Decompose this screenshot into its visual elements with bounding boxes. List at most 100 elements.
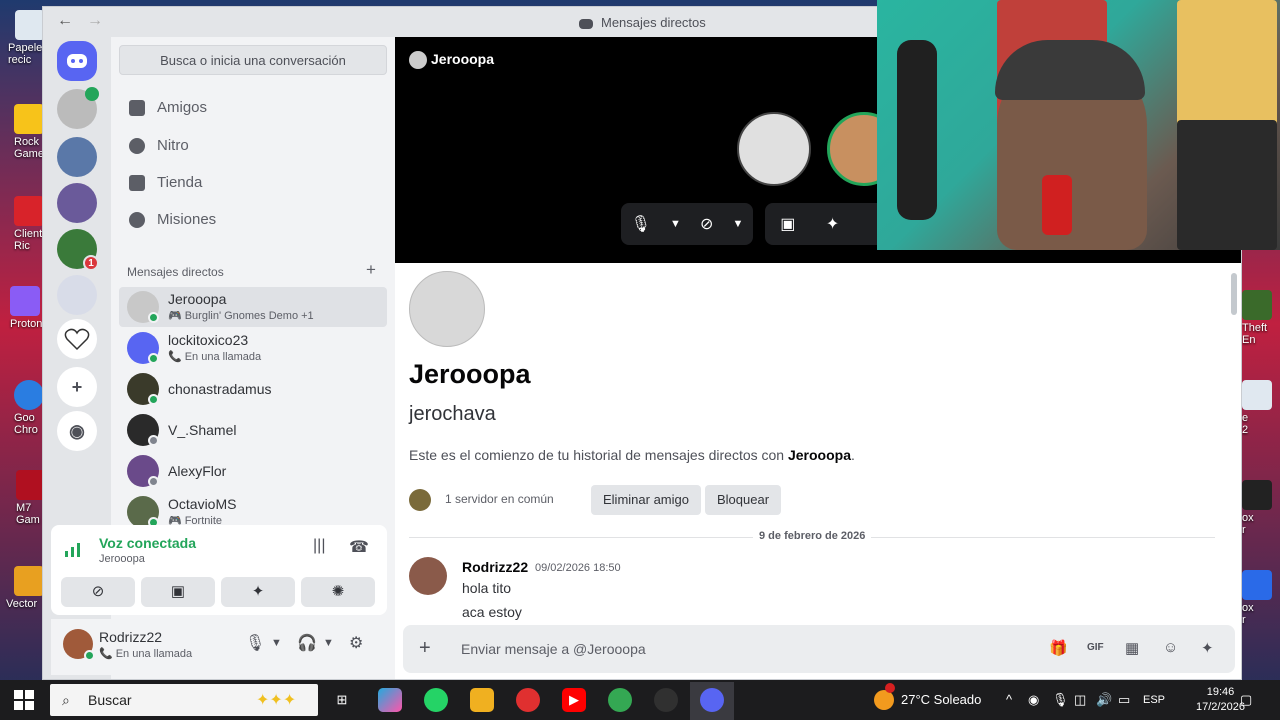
- profile-username: jerochava: [409, 403, 496, 425]
- apps-icon[interactable]: ✦: [1201, 639, 1214, 657]
- youtube-icon[interactable]: ▶: [562, 688, 586, 712]
- camera-icon[interactable]: ◫: [1074, 692, 1086, 708]
- create-dm-button[interactable]: +: [366, 260, 376, 280]
- server-icon[interactable]: [57, 275, 97, 315]
- noise-suppression-icon[interactable]: |||: [313, 537, 325, 555]
- desktop-icon-right-3[interactable]: ox r: [1242, 480, 1280, 536]
- chevron-down-icon[interactable]: ▼: [323, 637, 334, 649]
- dm-item-v-shamel[interactable]: V_.Shamel: [119, 410, 387, 450]
- desktop-icon-right-4[interactable]: ox r: [1242, 570, 1280, 626]
- volume-icon[interactable]: 🔊: [1096, 692, 1112, 708]
- back-arrow-icon[interactable]: ←: [57, 12, 73, 29]
- desktop-icon-label: ox r: [1242, 512, 1254, 536]
- clock[interactable]: 19:46 17/2/2026: [1196, 685, 1245, 715]
- obs-icon[interactable]: [516, 688, 540, 712]
- status-online-icon: [148, 394, 159, 405]
- nav-label: Amigos: [157, 99, 208, 116]
- dm-item-jerooopa[interactable]: Jerooopa 🎮 Burglin' Gnomes Demo +1: [119, 287, 387, 327]
- weather-text[interactable]: 27°C Soleado: [901, 692, 981, 707]
- chevron-up-icon[interactable]: ^: [1006, 692, 1012, 707]
- task-view-icon[interactable]: ⊞: [330, 688, 354, 712]
- search-icon: ⌕: [62, 692, 70, 708]
- language-indicator[interactable]: ESP: [1143, 694, 1165, 706]
- screen-share-button[interactable]: ▣: [141, 577, 215, 607]
- notification-icon[interactable]: ▢: [1240, 692, 1252, 708]
- camera-off-icon[interactable]: ⊘: [700, 214, 713, 234]
- dm-item-alexyflor[interactable]: AlexyFlor: [119, 451, 387, 491]
- microphone-icon[interactable]: 🎙: [1052, 692, 1069, 708]
- server-icon[interactable]: [57, 319, 97, 359]
- dm-item-lockitoxico23[interactable]: lockitoxico23 📞 En una llamada: [119, 328, 387, 368]
- screen-share-icon[interactable]: ▣: [780, 214, 795, 234]
- recycle-bin-icon: [15, 10, 45, 40]
- chevron-down-icon[interactable]: ▼: [733, 218, 744, 230]
- discord-taskbar-icon[interactable]: [700, 688, 724, 712]
- dm-item-chonastradamus[interactable]: chonastradamus: [119, 369, 387, 409]
- sticker-icon[interactable]: ▦: [1125, 639, 1139, 657]
- xbox-icon: [1242, 480, 1272, 510]
- participant-tile-jerooopa[interactable]: [737, 112, 811, 186]
- gta-icon: [1242, 290, 1272, 320]
- search-input[interactable]: Busca o inicia una conversación: [119, 45, 387, 75]
- block-button[interactable]: Bloquear: [705, 485, 782, 515]
- nav-nitro[interactable]: Nitro: [119, 129, 387, 163]
- profile-avatar[interactable]: [409, 271, 485, 347]
- remove-friend-button[interactable]: Eliminar amigo: [591, 485, 701, 515]
- server-avatar: [409, 489, 431, 511]
- disconnect-icon[interactable]: ☎: [349, 537, 369, 557]
- nav-friends[interactable]: Amigos: [119, 91, 387, 125]
- desktop-icon-right-2[interactable]: e2: [1242, 380, 1280, 436]
- camera-off-button[interactable]: ⊘: [61, 577, 135, 607]
- nav-shop[interactable]: Tienda: [119, 166, 387, 200]
- network-icon[interactable]: ▭: [1118, 692, 1130, 708]
- nav-quests[interactable]: Misiones: [119, 203, 387, 237]
- plus-icon: +: [71, 376, 83, 397]
- chevron-down-icon[interactable]: ▼: [271, 637, 282, 649]
- steam-icon[interactable]: [654, 688, 678, 712]
- explore-button[interactable]: ◉: [57, 411, 97, 451]
- dm-item-octavioms[interactable]: OctavioMS 🎮 Fortnite: [119, 492, 387, 526]
- activities-button[interactable]: ✦: [221, 577, 295, 607]
- user-status-text: En una llamada: [115, 648, 193, 660]
- desktop-icon-gta[interactable]: Theft En: [1242, 290, 1280, 346]
- scrollbar[interactable]: [1231, 273, 1237, 315]
- microphone-icon[interactable]: 🎙: [245, 633, 265, 653]
- message-input[interactable]: Enviar mensaje a @Jerooopa: [461, 641, 646, 657]
- headphones-icon[interactable]: 🎧: [297, 633, 317, 653]
- message-avatar[interactable]: [409, 557, 447, 595]
- taskbar-search[interactable]: ⌕ Buscar ✦✦✦: [50, 684, 318, 716]
- mutual-servers[interactable]: 1 servidor en común: [409, 489, 554, 511]
- soundboard-button[interactable]: ✺: [301, 577, 375, 607]
- voice-status[interactable]: Voz conectada: [99, 535, 196, 551]
- message-author[interactable]: Rodrizz22: [462, 559, 528, 575]
- forward-arrow-icon[interactable]: →: [87, 12, 103, 29]
- chrome-icon[interactable]: [608, 688, 632, 712]
- voice-channel[interactable]: Jerooopa: [99, 553, 145, 565]
- tray-app-icon[interactable]: ◉: [1028, 692, 1039, 708]
- profile-display-name: Jerooopa: [409, 359, 531, 389]
- attach-plus-icon[interactable]: +: [419, 637, 431, 660]
- user-name[interactable]: Rodrizz22: [99, 629, 162, 645]
- server-icon[interactable]: [57, 87, 99, 129]
- whatsapp-icon[interactable]: [424, 688, 448, 712]
- home-button[interactable]: [57, 41, 97, 81]
- gif-icon[interactable]: GIF: [1087, 642, 1104, 653]
- nav-label: Tienda: [157, 174, 203, 191]
- windows-start-icon[interactable]: [14, 690, 34, 710]
- weather-sun-icon[interactable]: [874, 690, 894, 710]
- rockstar-icon: [14, 104, 44, 134]
- copilot-icon[interactable]: [378, 688, 402, 712]
- server-icon[interactable]: [57, 137, 97, 177]
- activities-icon[interactable]: ✦: [826, 214, 839, 234]
- add-server-button[interactable]: +: [57, 367, 97, 407]
- status-online-icon: [148, 353, 159, 364]
- server-icon[interactable]: [57, 183, 97, 223]
- microphone-icon[interactable]: 🎙: [631, 214, 651, 234]
- emoji-icon[interactable]: ☺: [1163, 639, 1178, 656]
- settings-gear-icon[interactable]: ⚙: [349, 633, 363, 653]
- microphone: [1042, 175, 1072, 235]
- chevron-down-icon[interactable]: ▼: [670, 218, 681, 230]
- file-explorer-icon[interactable]: [470, 688, 494, 712]
- gift-icon[interactable]: 🎁: [1049, 639, 1068, 657]
- server-icon[interactable]: 1: [57, 229, 99, 271]
